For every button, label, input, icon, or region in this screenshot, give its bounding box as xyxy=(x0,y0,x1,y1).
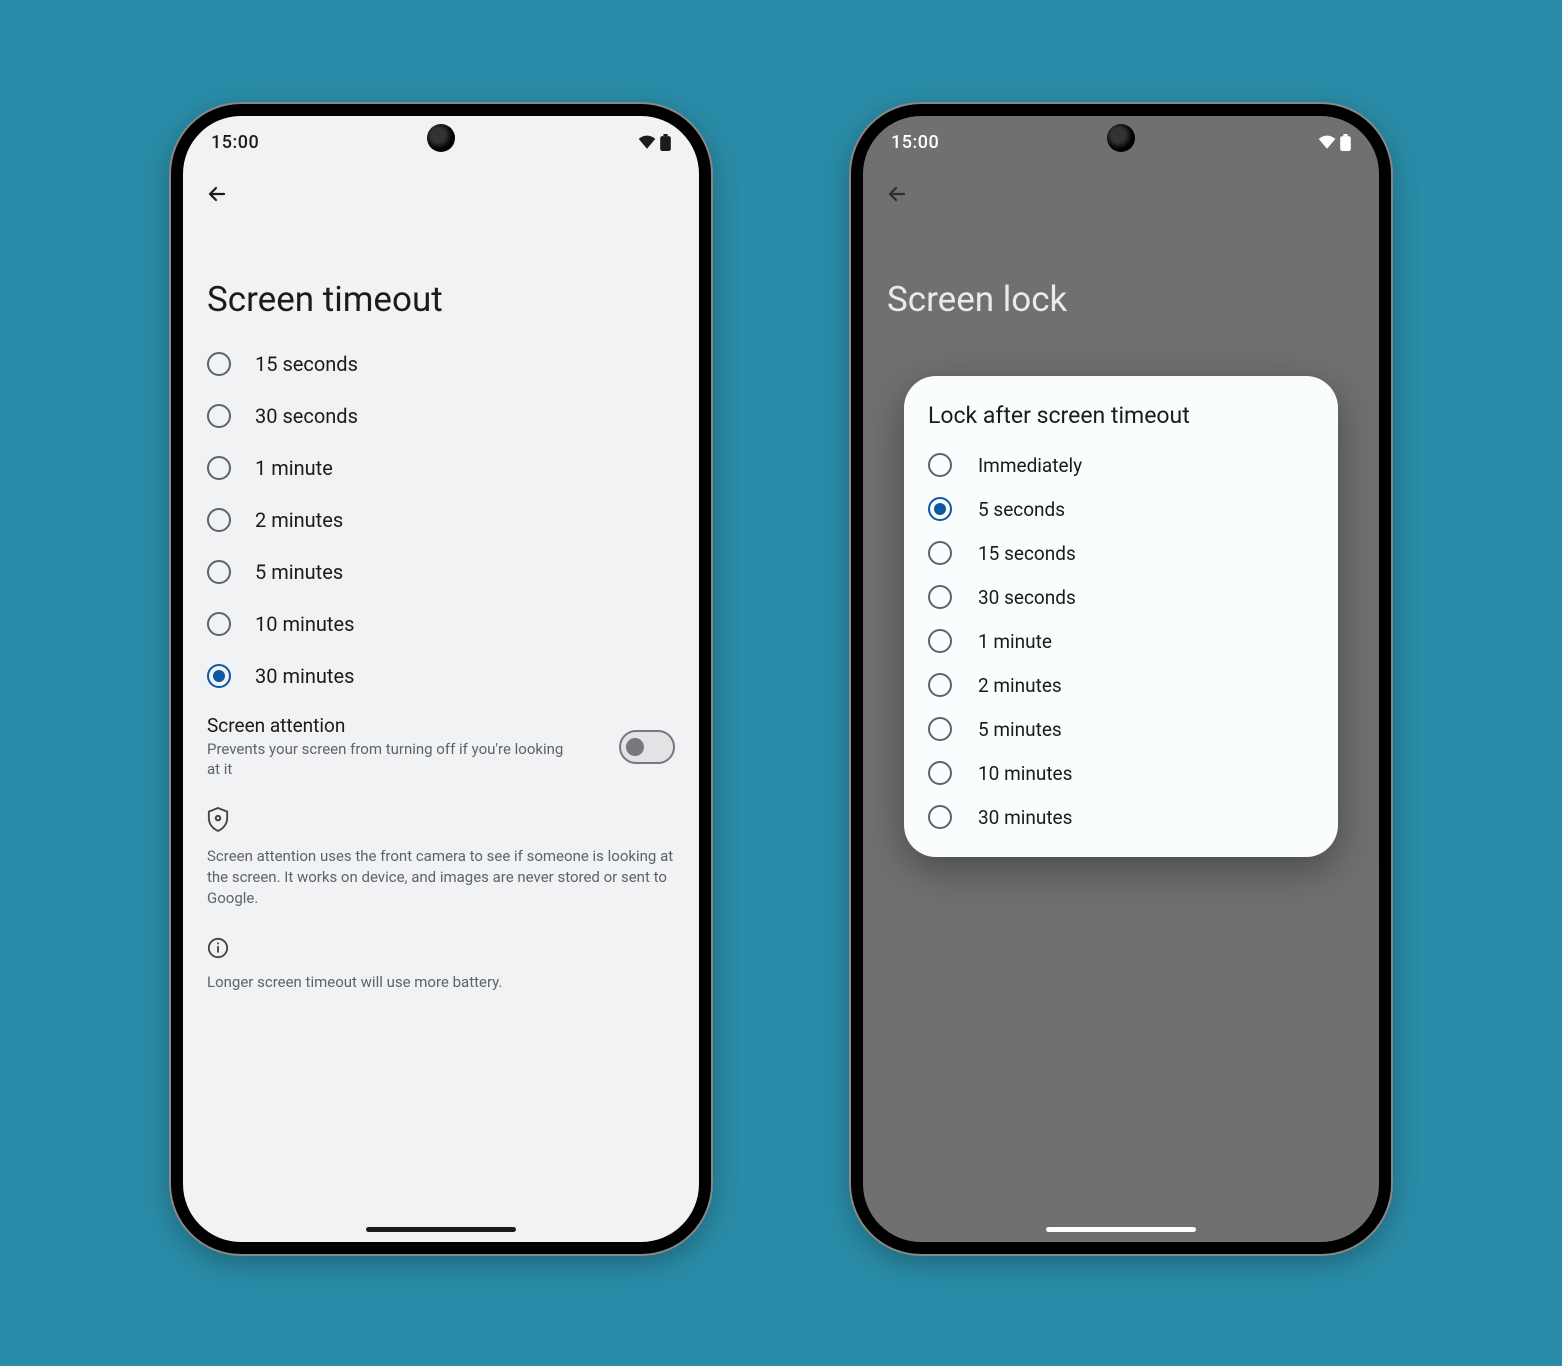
gesture-bar xyxy=(1046,1227,1196,1232)
timeout-option[interactable]: 15 seconds xyxy=(193,338,689,390)
radio-label: 30 minutes xyxy=(978,806,1072,829)
info-icon xyxy=(207,937,675,959)
timeout-option[interactable]: 30 seconds xyxy=(193,390,689,442)
battery-icon xyxy=(660,134,671,151)
radio-icon xyxy=(207,508,231,532)
back-button[interactable] xyxy=(197,174,237,214)
radio-icon xyxy=(928,805,952,829)
radio-icon xyxy=(207,352,231,376)
radio-label: 15 seconds xyxy=(255,352,358,376)
radio-label: 30 seconds xyxy=(255,404,358,428)
radio-icon xyxy=(928,585,952,609)
lock-timeout-dialog: Lock after screen timeout Immediately 5 s… xyxy=(904,376,1338,857)
lock-option[interactable]: Immediately xyxy=(914,443,1328,487)
radio-label: 1 minute xyxy=(255,456,333,480)
radio-icon xyxy=(207,612,231,636)
privacy-shield-icon xyxy=(207,806,675,832)
phone-screen-lock: 15:00 Screen lock xyxy=(851,104,1391,1254)
lock-option[interactable]: 5 seconds xyxy=(914,487,1328,531)
radio-icon xyxy=(928,717,952,741)
timeout-option[interactable]: 30 minutes xyxy=(193,650,689,702)
privacy-note: Screen attention uses the front camera t… xyxy=(183,838,699,919)
radio-label: 2 minutes xyxy=(978,674,1062,697)
radio-icon xyxy=(928,453,952,477)
screen-attention-subtitle: Prevents your screen from turning off if… xyxy=(207,739,567,780)
radio-icon xyxy=(207,404,231,428)
radio-icon xyxy=(207,560,231,584)
timeout-option[interactable]: 10 minutes xyxy=(193,598,689,650)
lock-option[interactable]: 10 minutes xyxy=(914,751,1328,795)
screen-attention-row[interactable]: Screen attention Prevents your screen fr… xyxy=(183,702,699,788)
radio-label: 5 seconds xyxy=(978,498,1065,521)
timeout-option[interactable]: 2 minutes xyxy=(193,494,689,546)
lock-timeout-options: Immediately 5 seconds 15 seconds 30 seconds… xyxy=(914,443,1328,839)
radio-icon xyxy=(207,664,231,688)
lock-option[interactable]: 30 minutes xyxy=(914,795,1328,839)
lock-option[interactable]: 30 seconds xyxy=(914,575,1328,619)
timeout-options: 15 seconds 30 seconds 1 minute 2 minutes 5 m… xyxy=(183,338,699,702)
lock-option[interactable]: 2 minutes xyxy=(914,663,1328,707)
dialog-title: Lock after screen timeout xyxy=(914,400,1328,443)
timeout-option[interactable]: 5 minutes xyxy=(193,546,689,598)
camera-cutout xyxy=(1107,124,1135,152)
lock-option[interactable]: 5 minutes xyxy=(914,707,1328,751)
radio-label: 10 minutes xyxy=(978,762,1072,785)
radio-label: 1 minute xyxy=(978,630,1052,653)
radio-icon xyxy=(928,629,952,653)
gesture-bar xyxy=(366,1227,516,1232)
radio-icon xyxy=(928,761,952,785)
camera-cutout xyxy=(427,124,455,152)
radio-label: 2 minutes xyxy=(255,508,343,532)
radio-icon xyxy=(928,497,952,521)
radio-label: 15 seconds xyxy=(978,542,1076,565)
radio-label: 5 minutes xyxy=(255,560,343,584)
footer-note: Longer screen timeout will use more batt… xyxy=(183,965,699,1001)
radio-icon xyxy=(928,673,952,697)
radio-label: 30 minutes xyxy=(255,664,354,688)
arrow-left-icon xyxy=(205,182,229,206)
wifi-icon xyxy=(638,135,656,149)
radio-label: Immediately xyxy=(978,454,1082,477)
screen-attention-toggle[interactable] xyxy=(619,730,675,764)
radio-icon xyxy=(207,456,231,480)
screen-attention-title: Screen attention xyxy=(207,714,567,737)
page-title: Screen timeout xyxy=(183,214,699,338)
radio-icon xyxy=(928,541,952,565)
phone-screen-timeout: 15:00 Screen timeout 15 xyxy=(171,104,711,1254)
timeout-option[interactable]: 1 minute xyxy=(193,442,689,494)
lock-option[interactable]: 15 seconds xyxy=(914,531,1328,575)
status-time: 15:00 xyxy=(211,132,259,153)
radio-label: 10 minutes xyxy=(255,612,354,636)
radio-label: 5 minutes xyxy=(978,718,1062,741)
radio-label: 30 seconds xyxy=(978,586,1076,609)
lock-option[interactable]: 1 minute xyxy=(914,619,1328,663)
